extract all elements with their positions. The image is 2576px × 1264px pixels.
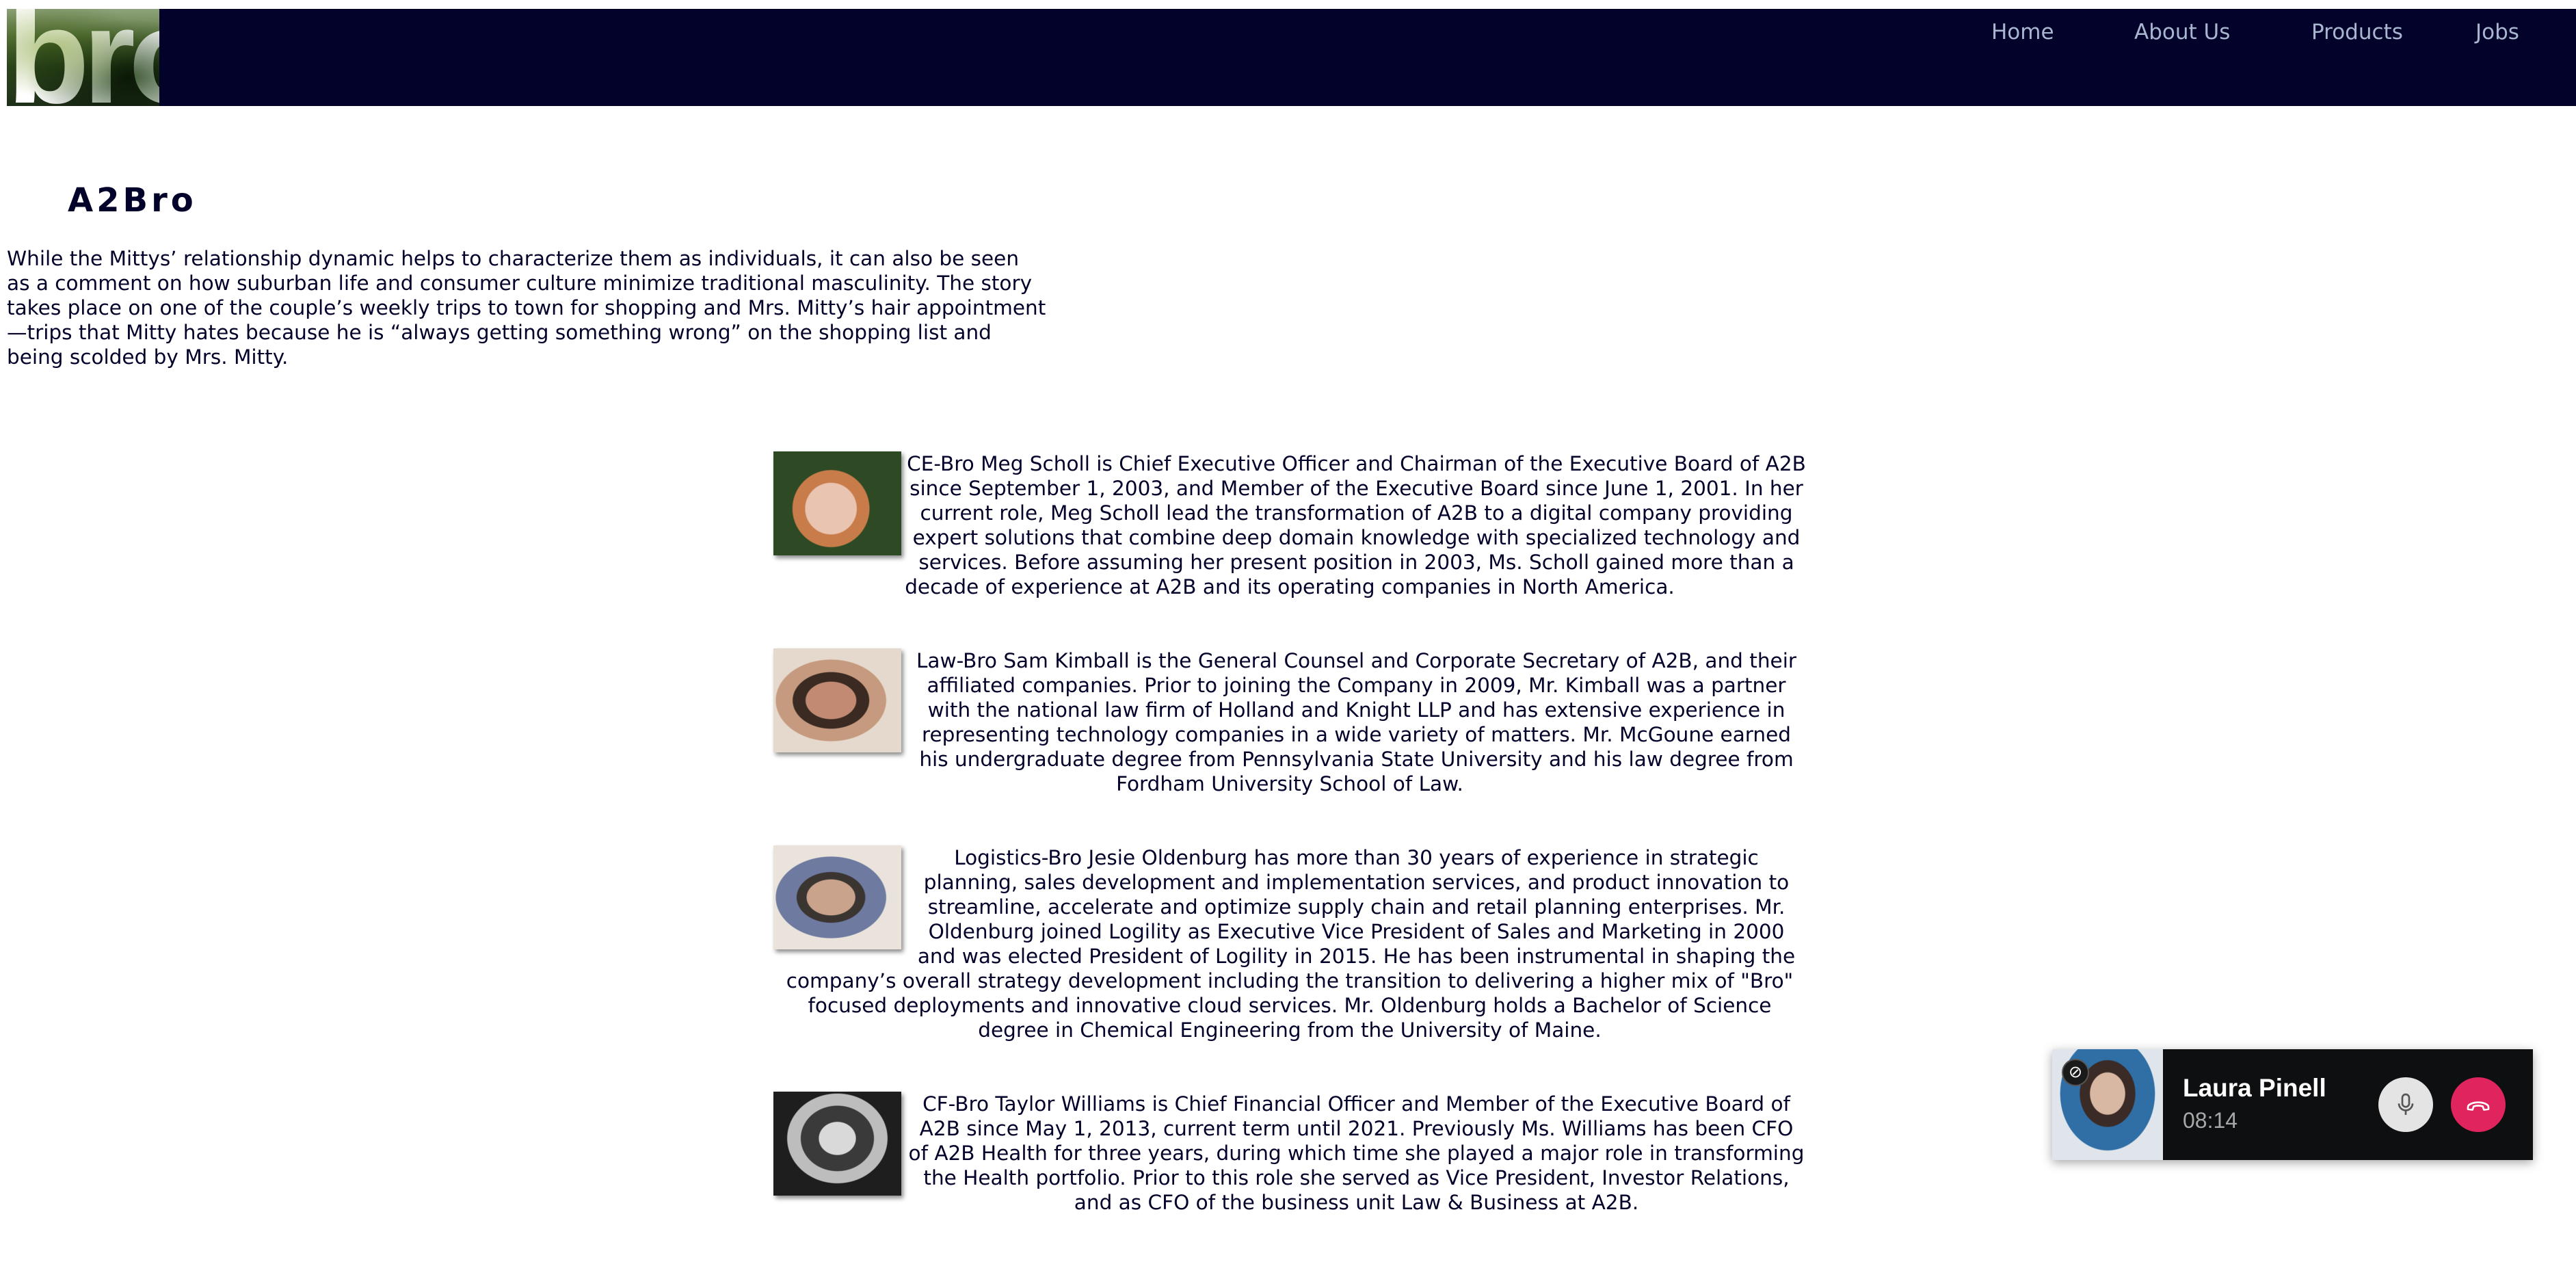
logo-text: bro.: [7, 9, 159, 106]
member-bio: CF-Bro Taylor Williams is Chief Financia…: [908, 1092, 1805, 1214]
call-duration: 08:14: [2183, 1108, 2238, 1133]
logo[interactable]: bro.: [7, 9, 159, 106]
team-member: Law-Bro Sam Kimball is the General Couns…: [773, 648, 1806, 796]
team-section: CE-Bro Meg Scholl is Chief Executive Off…: [773, 451, 1806, 1264]
member-bio: Law-Bro Sam Kimball is the General Couns…: [916, 649, 1797, 795]
page-title: A2Bro: [68, 181, 197, 220]
caller-name: Laura Pinell: [2183, 1074, 2326, 1102]
member-bio: Logistics-Bro Jesie Oldenburg has more t…: [786, 846, 1796, 1042]
close-video-icon[interactable]: ⊘: [2062, 1059, 2089, 1086]
nav-jobs-link[interactable]: Jobs: [2475, 20, 2519, 44]
microphone-icon: [2398, 1093, 2414, 1115]
call-widget: ⊘ Laura Pinell 08:14: [2052, 1049, 2533, 1160]
phone-hangup-icon: [2467, 1101, 2490, 1111]
nav-about-us-link[interactable]: About Us: [2134, 20, 2230, 44]
member-photo: [773, 648, 901, 752]
team-member: CF-Bro Taylor Williams is Chief Financia…: [773, 1092, 1806, 1215]
member-photo: [773, 845, 901, 949]
top-navbar: Home About Us Products Jobs: [159, 9, 2576, 106]
member-photo: [773, 1092, 901, 1196]
team-member: CE-Bro Meg Scholl is Chief Executive Off…: [773, 451, 1806, 599]
hang-up-button[interactable]: [2451, 1077, 2506, 1132]
member-photo: [773, 451, 901, 555]
intro-paragraph: While the Mittys’ relationship dynamic h…: [7, 247, 1046, 369]
member-bio: CE-Bro Meg Scholl is Chief Executive Off…: [905, 452, 1806, 598]
mute-button[interactable]: [2378, 1077, 2433, 1132]
team-member: Logistics-Bro Jesie Oldenburg has more t…: [773, 845, 1806, 1042]
nav-products-link[interactable]: Products: [2311, 20, 2403, 44]
nav-home-link[interactable]: Home: [1991, 20, 2054, 44]
